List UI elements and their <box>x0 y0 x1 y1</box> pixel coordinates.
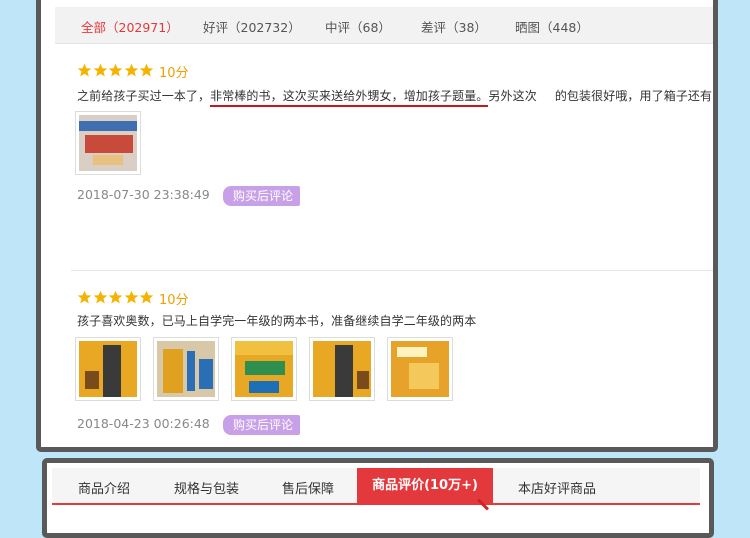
review-photo-thumbnail[interactable] <box>153 337 219 401</box>
review-date: 2018-04-23 00:26:48 <box>77 416 210 431</box>
review-photo-thumbnail[interactable] <box>75 111 141 175</box>
purchase-badge: 购买后评论 <box>223 415 301 435</box>
star-icon <box>77 290 92 304</box>
star-icon <box>93 63 107 77</box>
tab-product-intro[interactable]: 商品介绍 <box>78 478 130 497</box>
review-filter-bar: 全部（202971） 好评（202732） 中评（68） 差评（38） 晒图（4… <box>55 7 713 44</box>
star-rating <box>77 63 155 79</box>
review-text-start: 之前给孩子买过一本了， <box>77 89 211 103</box>
tab-product-reviews[interactable]: 商品评价(10万+) <box>357 468 493 503</box>
star-icon <box>108 290 123 304</box>
filter-neutral[interactable]: 中评（68） <box>325 17 391 36</box>
review-photo-thumbnail[interactable] <box>387 337 453 401</box>
filter-positive[interactable]: 好评（202732） <box>203 17 301 36</box>
product-tabs-panel: 商品介绍 规格与包装 售后保障 商品评价(10万+) 本店好评商品 <box>42 458 714 538</box>
star-icon <box>124 63 138 77</box>
review-photo-thumbnail[interactable] <box>75 337 141 401</box>
review-date: 2018-07-30 23:38:49 <box>77 187 210 202</box>
filter-negative[interactable]: 差评（38） <box>421 17 487 36</box>
review-photo-thumbnail[interactable] <box>309 337 375 401</box>
review-photo-thumbnail[interactable] <box>231 337 297 401</box>
tab-specs-packaging[interactable]: 规格与包装 <box>174 478 239 497</box>
product-tab-bar: 商品介绍 规格与包装 售后保障 商品评价(10万+) 本店好评商品 <box>52 468 700 505</box>
review-score: 10分 <box>159 293 189 308</box>
tab-store-top-rated[interactable]: 本店好评商品 <box>518 478 596 497</box>
tab-after-sales[interactable]: 售后保障 <box>282 478 334 497</box>
review-divider <box>71 270 713 271</box>
reviews-panel: 全部（202971） 好评（202732） 中评（68） 差评（38） 晒图（4… <box>36 0 718 452</box>
review-text-middle: 另外这次 <box>488 89 537 103</box>
review-text-end: 的包装很好哦，用了箱子还有防 <box>554 89 718 103</box>
filter-all[interactable]: 全部（202971） <box>81 17 179 36</box>
review-score: 10分 <box>159 66 189 81</box>
review-text-highlight: 非常棒的书，这次买来送给外甥女，增加孩子题量。 <box>210 89 489 107</box>
star-rating <box>77 290 155 306</box>
review-text: 之前给孩子买过一本了，非常棒的书，这次买来送给外甥女，增加孩子题量。另外这次 的包… <box>77 87 718 107</box>
star-icon <box>93 290 107 304</box>
star-icon <box>139 63 154 77</box>
star-icon <box>124 290 138 304</box>
star-icon <box>139 290 154 304</box>
filter-photos[interactable]: 晒图（448） <box>515 17 589 36</box>
star-icon <box>77 63 92 77</box>
purchase-badge: 购买后评论 <box>223 186 301 206</box>
review-text: 孩子喜欢奥数，已马上自学完一年级的两本书，准备继续自学二年级的两本 <box>77 314 477 328</box>
star-icon <box>108 63 123 77</box>
